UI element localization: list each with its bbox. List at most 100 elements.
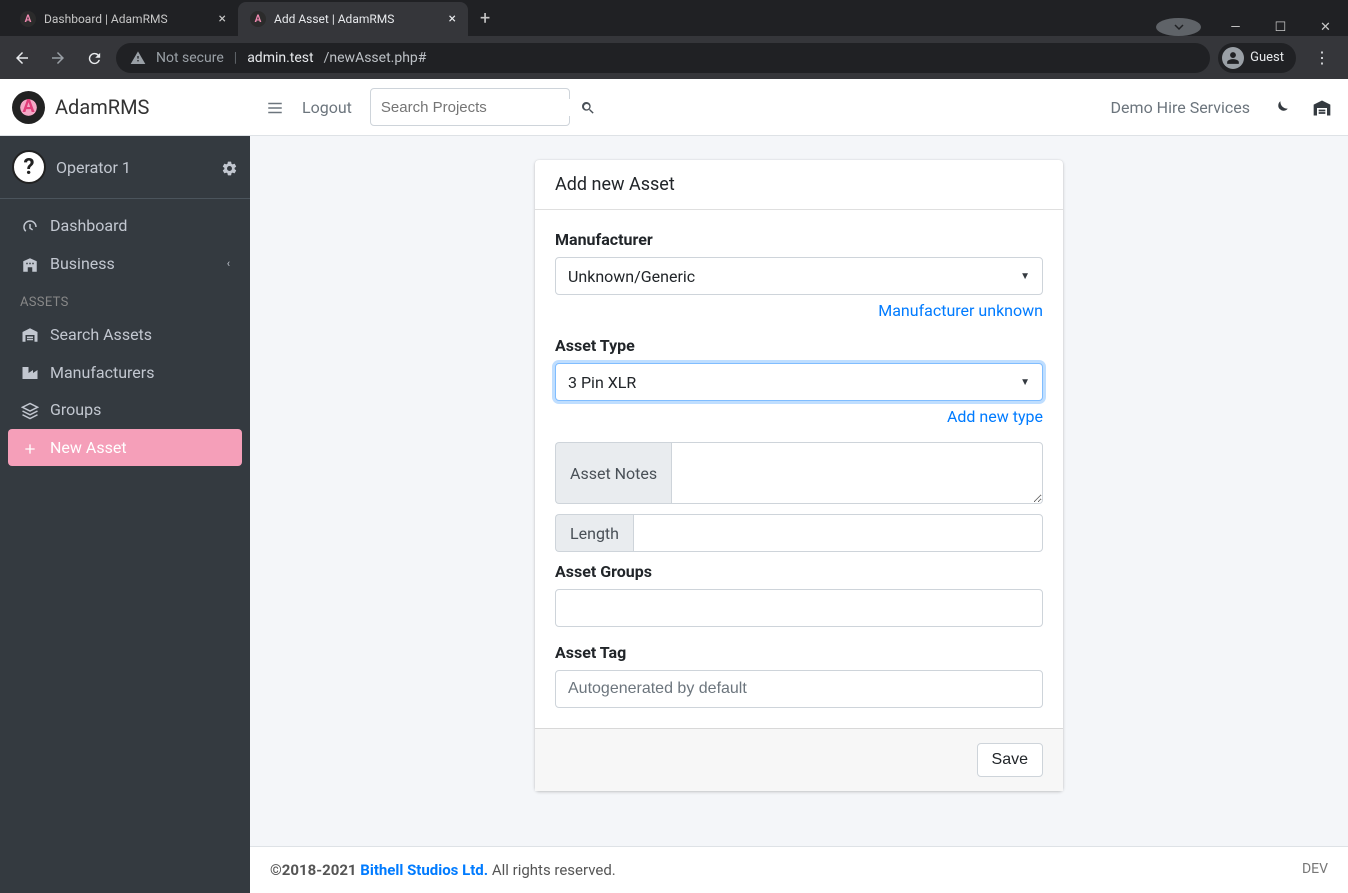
sidebar-item-label: Dashboard — [50, 216, 127, 235]
hamburger-icon[interactable] — [266, 97, 284, 118]
sidebar-item-search-assets[interactable]: Search Assets — [8, 316, 242, 354]
user-panel: ? Operator 1 — [0, 136, 250, 199]
asset-type-group: Asset Type 3 Pin XLR ▼ Add new type — [555, 336, 1043, 426]
asset-type-label: Asset Type — [555, 336, 1043, 355]
chevron-left-icon: ‹ — [227, 257, 230, 270]
industry-icon — [20, 362, 40, 382]
asset-tag-group: Asset Tag — [555, 643, 1043, 708]
dashboard-icon — [20, 216, 40, 236]
topbar-right: Demo Hire Services — [1111, 96, 1332, 117]
not-secure-label: Not secure — [156, 50, 224, 66]
kebab-menu-button[interactable]: ⋮ — [1304, 48, 1340, 67]
logo-icon — [12, 91, 45, 124]
gear-icon[interactable] — [221, 157, 238, 176]
manufacturer-value: Unknown/Generic — [568, 267, 695, 286]
reload-button[interactable] — [80, 48, 108, 67]
tab-title: Add Asset | AdamRMS — [274, 12, 394, 26]
add-new-type-link[interactable]: Add new type — [947, 407, 1043, 426]
person-icon — [1222, 47, 1244, 69]
warehouse-icon[interactable] — [1312, 96, 1332, 117]
close-window-button[interactable]: ✕ — [1303, 20, 1348, 35]
save-button[interactable]: Save — [977, 743, 1043, 777]
add-asset-card: Add new Asset Manufacturer Unknown/Gener… — [535, 160, 1063, 791]
browser-tab-dashboard[interactable]: A Dashboard | AdamRMS × — [8, 2, 238, 36]
new-tab-button[interactable]: + — [468, 8, 502, 29]
asset-notes-group: Asset Notes — [555, 442, 1043, 504]
moon-icon[interactable] — [1272, 97, 1290, 118]
asset-notes-label: Asset Notes — [555, 442, 671, 504]
nav-header-assets: ASSETS — [8, 283, 242, 316]
manufacturer-unknown-link[interactable]: Manufacturer unknown — [878, 301, 1043, 320]
asset-type-select[interactable]: 3 Pin XLR ▼ — [555, 363, 1043, 401]
close-icon[interactable]: × — [449, 11, 456, 27]
asset-groups-group: Asset Groups — [555, 562, 1043, 627]
asset-tag-label: Asset Tag — [555, 643, 1043, 662]
content: Add new Asset Manufacturer Unknown/Gener… — [250, 136, 1348, 846]
footer: ©2018-2021 Bithell Studios Ltd. All righ… — [250, 846, 1348, 893]
manufacturer-group: Manufacturer Unknown/Generic ▼ Manufactu… — [555, 230, 1043, 320]
asset-notes-input[interactable] — [671, 442, 1043, 504]
asset-groups-label: Asset Groups — [555, 562, 1043, 581]
maximize-button[interactable]: ☐ — [1258, 20, 1303, 35]
search-icon[interactable] — [580, 98, 596, 117]
building-icon — [20, 254, 40, 274]
asset-type-value: 3 Pin XLR — [568, 373, 636, 392]
sidebar-item-manufacturers[interactable]: Manufacturers — [8, 353, 242, 391]
length-input[interactable] — [633, 514, 1043, 552]
card-title: Add new Asset — [535, 160, 1063, 210]
service-link[interactable]: Demo Hire Services — [1111, 98, 1250, 117]
manufacturer-label: Manufacturer — [555, 230, 1043, 249]
sidebar-item-business[interactable]: Business ‹ — [8, 245, 242, 283]
sidebar-item-label: Manufacturers — [50, 363, 154, 382]
brand-name: AdamRMS — [55, 95, 149, 119]
length-group: Length — [555, 514, 1043, 552]
topbar: Logout Demo Hire Services — [250, 79, 1348, 136]
tab-title: Dashboard | AdamRMS — [44, 12, 168, 26]
address-bar: Not secure | admin.test/newAsset.php# Gu… — [0, 36, 1348, 79]
length-label: Length — [555, 514, 633, 552]
sidebar-item-new-asset[interactable]: New Asset — [8, 429, 242, 466]
sidebar-item-groups[interactable]: Groups — [8, 391, 242, 429]
brand[interactable]: AdamRMS — [0, 79, 250, 136]
url-box[interactable]: Not secure | admin.test/newAsset.php# — [116, 43, 1210, 73]
minimize-button[interactable]: — — [1213, 20, 1258, 35]
chevron-down-icon[interactable] — [1156, 18, 1201, 36]
sidebar-item-dashboard[interactable]: Dashboard — [8, 207, 242, 245]
sidebar-item-label: New Asset — [50, 438, 127, 457]
sidebar-item-label: Groups — [50, 400, 101, 419]
asset-groups-input[interactable] — [555, 589, 1043, 627]
logout-link[interactable]: Logout — [302, 98, 352, 117]
window-controls: — ☐ ✕ — [1156, 18, 1348, 36]
company-link[interactable]: Bithell Studios Ltd. — [360, 861, 488, 879]
browser-tab-add-asset[interactable]: A Add Asset | AdamRMS × — [238, 2, 468, 36]
guest-profile-button[interactable]: Guest — [1218, 43, 1296, 73]
sidebar-item-label: Search Assets — [50, 325, 152, 344]
close-icon[interactable]: × — [219, 11, 226, 27]
sidebar-item-label: Business — [50, 254, 115, 273]
favicon-icon: A — [250, 11, 266, 27]
user-name: Operator 1 — [56, 158, 211, 177]
separator: | — [234, 50, 237, 66]
nav: Dashboard Business ‹ ASSETS Search Asset… — [0, 199, 250, 474]
asset-tag-input[interactable] — [555, 670, 1043, 708]
tab-bar: A Dashboard | AdamRMS × A Add Asset | Ad… — [0, 0, 1348, 36]
env-label: DEV — [1302, 861, 1328, 879]
guest-label: Guest — [1250, 50, 1284, 65]
main: Logout Demo Hire Services Add new Asset — [250, 79, 1348, 893]
layers-icon — [20, 400, 40, 420]
avatar: ? — [12, 150, 46, 184]
browser-chrome: A Dashboard | AdamRMS × A Add Asset | Ad… — [0, 0, 1348, 79]
url-host: admin.test — [247, 50, 313, 66]
favicon-icon: A — [20, 11, 36, 27]
manufacturer-select[interactable]: Unknown/Generic ▼ — [555, 257, 1043, 295]
search-input[interactable] — [381, 99, 580, 116]
rights-text: All rights reserved. — [488, 861, 616, 879]
url-path: /newAsset.php# — [324, 50, 427, 66]
warehouse-icon — [20, 325, 40, 345]
forward-button[interactable] — [44, 48, 72, 68]
warning-icon — [130, 50, 146, 66]
sidebar: AdamRMS ? Operator 1 Dashboard Business … — [0, 79, 250, 893]
back-button[interactable] — [8, 48, 36, 68]
chevron-down-icon: ▼ — [1020, 271, 1030, 282]
copyright-text: ©2018-2021 Bithell Studios Ltd. — [270, 861, 488, 879]
